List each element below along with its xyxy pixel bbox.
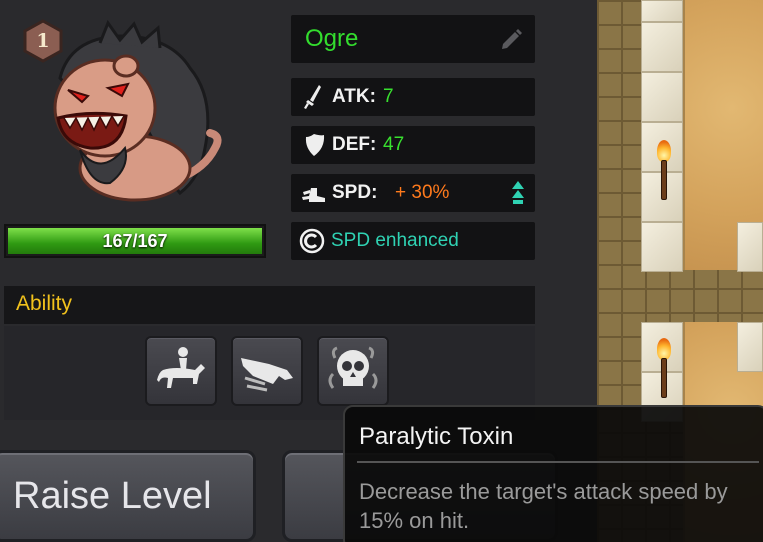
wall-tile <box>641 22 683 72</box>
unit-name: Ogre <box>305 25 359 52</box>
wall-tile <box>641 72 683 122</box>
raise-level-label: Raise Level <box>13 475 212 517</box>
spd-value: + 30% <box>395 182 450 203</box>
sword-icon <box>304 85 321 109</box>
ability-rider-button[interactable] <box>145 336 217 406</box>
ability-toxin-button[interactable] <box>317 336 389 406</box>
tooltip-title: Paralytic Toxin <box>359 423 514 450</box>
status-box: SPD enhanced <box>291 222 535 260</box>
winged-boot-icon <box>302 188 325 202</box>
atk-stat: ATK: 7 <box>291 78 535 116</box>
ability-tooltip: Paralytic Toxin Decrease the target's at… <box>343 405 763 542</box>
def-label: DEF: <box>332 134 377 155</box>
def-value: 47 <box>383 134 405 155</box>
torch <box>656 140 672 200</box>
spd-label: SPD: <box>332 182 378 203</box>
status-text: SPD enhanced <box>331 230 459 251</box>
spd-stat: SPD: + 30% <box>291 174 535 212</box>
hp-text: 167/167 <box>102 231 168 251</box>
double-arrow-up-icon <box>512 181 524 204</box>
tooltip-description: Decrease the target's attack speed by 15… <box>359 479 728 533</box>
hp-bar: 167/167 <box>4 224 266 258</box>
wall-tile <box>641 0 683 22</box>
atk-value: 7 <box>383 86 394 107</box>
tooltip-divider <box>357 461 759 463</box>
ability-charge-button[interactable] <box>231 336 303 406</box>
raise-level-button[interactable]: Raise Level <box>0 450 256 542</box>
def-stat: DEF: 47 <box>291 126 535 164</box>
rider-icon <box>157 347 205 388</box>
shield-icon <box>305 134 325 156</box>
status-ring-icon <box>299 228 325 254</box>
wall-tile <box>737 322 763 372</box>
edit-icon[interactable] <box>499 28 523 52</box>
beast-charge-icon <box>241 358 293 392</box>
torch <box>656 338 672 398</box>
wall-tile <box>737 222 763 272</box>
ability-title: Ability <box>16 292 73 315</box>
level-number: 1 <box>36 30 50 52</box>
atk-label: ATK: <box>332 86 376 107</box>
skull-icon <box>328 346 378 389</box>
name-box: Ogre <box>291 15 535 63</box>
ability-header: Ability <box>4 286 535 324</box>
wall-tile <box>641 222 683 272</box>
